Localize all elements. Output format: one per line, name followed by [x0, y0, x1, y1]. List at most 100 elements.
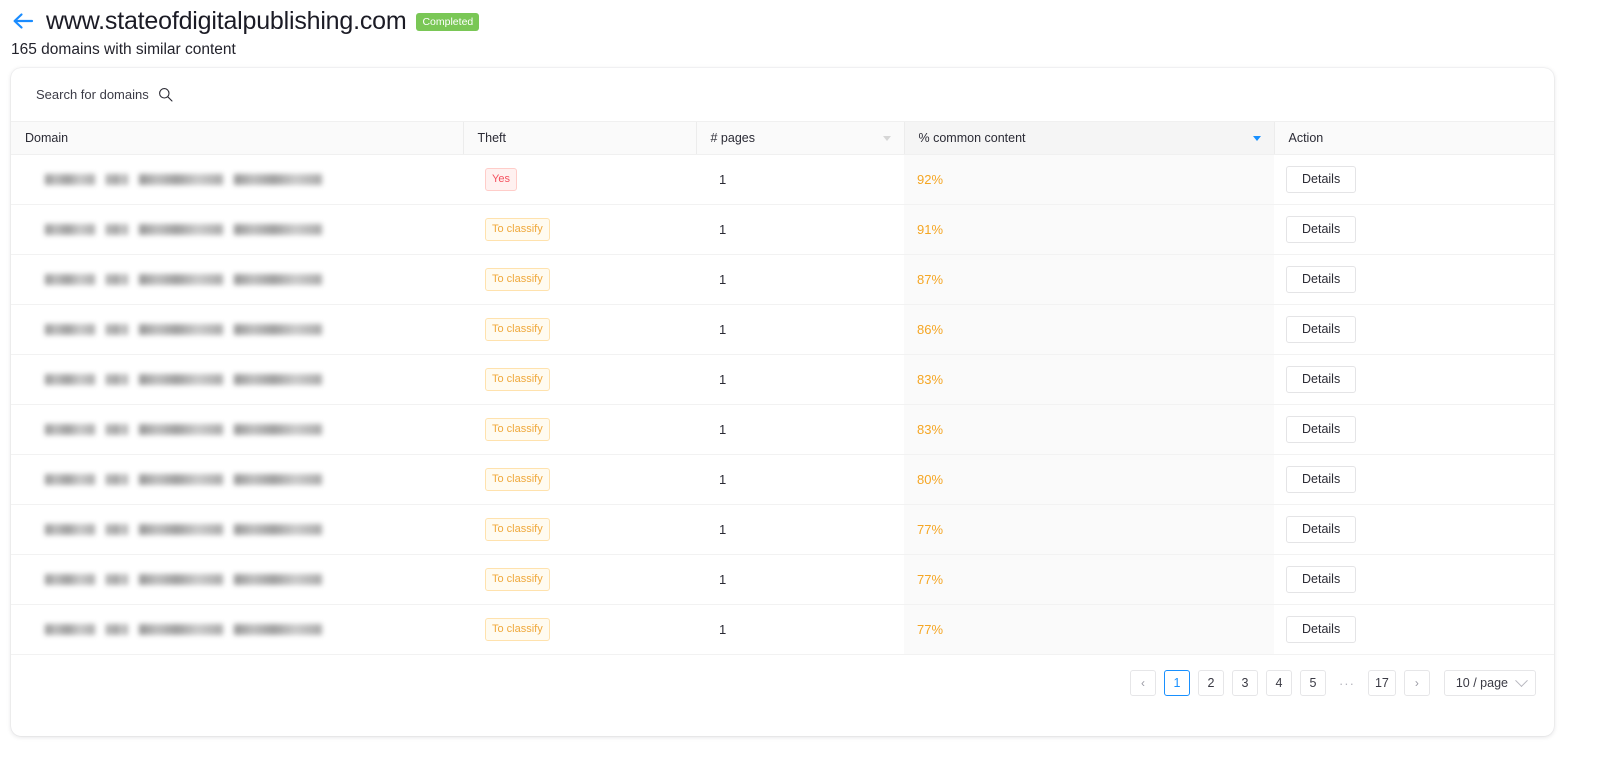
- table-row: To classify 1 77% Details: [11, 604, 1554, 655]
- details-button[interactable]: Details: [1286, 465, 1357, 494]
- details-button[interactable]: Details: [1286, 515, 1357, 544]
- cell-domain: [11, 354, 463, 405]
- pagination-page-5[interactable]: 5: [1299, 670, 1326, 696]
- page-header: www.stateofdigitalpublishing.com Complet…: [10, 6, 1010, 59]
- cell-domain: [11, 204, 463, 255]
- theft-badge: To classify: [485, 268, 550, 291]
- cell-pages: 1: [696, 554, 904, 605]
- table-row: To classify 1 91% Details: [11, 204, 1554, 255]
- common-content-value: 83%: [917, 422, 944, 437]
- cell-domain: [11, 604, 463, 655]
- cell-common-content: 87%: [904, 254, 1274, 305]
- common-content-value: 87%: [917, 272, 944, 287]
- theft-badge: Yes: [485, 168, 517, 191]
- column-header-common-content[interactable]: % common content: [903, 121, 1274, 155]
- details-button[interactable]: Details: [1286, 315, 1357, 344]
- cell-pages: 1: [696, 154, 904, 205]
- table-row: To classify 1 86% Details: [11, 304, 1554, 355]
- page-size-select[interactable]: 10 / page: [1443, 670, 1536, 696]
- cell-pages: 1: [696, 404, 904, 455]
- cell-common-content: 80%: [904, 454, 1274, 505]
- cell-domain: [11, 304, 463, 355]
- pagination-ellipsis: ···: [1338, 675, 1355, 691]
- cell-common-content: 83%: [904, 404, 1274, 455]
- cell-theft: To classify: [463, 304, 696, 355]
- cell-theft: To classify: [463, 204, 696, 255]
- common-content-value: 83%: [917, 372, 944, 387]
- table-row: To classify 1 83% Details: [11, 354, 1554, 405]
- common-content-value: 77%: [917, 572, 944, 587]
- common-content-value: 77%: [917, 522, 944, 537]
- cell-theft: To classify: [463, 554, 696, 605]
- cell-common-content: 86%: [904, 304, 1274, 355]
- details-button[interactable]: Details: [1286, 215, 1357, 244]
- details-button[interactable]: Details: [1286, 415, 1357, 444]
- cell-action: Details: [1274, 204, 1554, 255]
- cell-common-content: 77%: [904, 554, 1274, 605]
- theft-badge: To classify: [485, 618, 550, 641]
- title-row: www.stateofdigitalpublishing.com Complet…: [10, 6, 1010, 36]
- common-content-value: 92%: [917, 172, 944, 187]
- pagination-next[interactable]: ›: [1403, 670, 1430, 696]
- common-content-value: 86%: [917, 322, 944, 337]
- cell-common-content: 77%: [904, 504, 1274, 555]
- table-row: To classify 1 77% Details: [11, 554, 1554, 605]
- cell-action: Details: [1274, 254, 1554, 305]
- redacted-domain-text: [45, 322, 463, 337]
- pagination-page-3[interactable]: 3: [1231, 670, 1258, 696]
- arrow-left-icon[interactable]: [10, 8, 36, 34]
- cell-theft: To classify: [463, 254, 696, 305]
- details-button[interactable]: Details: [1286, 565, 1357, 594]
- pagination-page-1[interactable]: 1: [1163, 670, 1190, 696]
- theft-badge: To classify: [485, 468, 550, 491]
- cell-pages: 1: [696, 254, 904, 305]
- cell-pages: 1: [696, 604, 904, 655]
- search-input[interactable]: Search for domains: [36, 87, 173, 102]
- status-badge: Completed: [416, 12, 480, 32]
- pagination-page-2[interactable]: 2: [1197, 670, 1224, 696]
- column-label-theft: Theft: [477, 131, 507, 145]
- cell-action: Details: [1274, 354, 1554, 405]
- cell-action: Details: [1274, 454, 1554, 505]
- redacted-domain-text: [45, 272, 463, 287]
- theft-badge: To classify: [485, 318, 550, 341]
- details-button[interactable]: Details: [1286, 365, 1357, 394]
- pagination-page-last[interactable]: 17: [1367, 670, 1396, 696]
- sort-desc-caret-common-content[interactable]: [1252, 135, 1261, 141]
- details-button[interactable]: Details: [1286, 615, 1357, 644]
- details-button[interactable]: Details: [1286, 265, 1357, 294]
- column-label-pages: # pages: [710, 131, 755, 145]
- redacted-domain-text: [45, 622, 463, 637]
- cell-domain: [11, 454, 463, 505]
- theft-badge: To classify: [485, 568, 550, 591]
- cell-pages: 1: [696, 354, 904, 405]
- page-subtitle: 165 domains with similar content: [11, 41, 236, 58]
- table-row: To classify 1 87% Details: [11, 254, 1554, 305]
- table-row: To classify 1 77% Details: [11, 504, 1554, 555]
- cell-theft: To classify: [463, 604, 696, 655]
- redacted-domain-text: [45, 472, 463, 487]
- cell-domain: [11, 404, 463, 455]
- sort-desc-caret-pages[interactable]: [882, 135, 891, 141]
- pagination: ‹ 1 2 3 4 5 ··· 17 › 10 / page: [1129, 670, 1536, 696]
- column-header-action: Action: [1273, 121, 1554, 155]
- table-head: Domain Theft # pages % common content Ac…: [11, 121, 1554, 155]
- table-header-row: Domain Theft # pages % common content Ac…: [11, 121, 1554, 155]
- pagination-page-4[interactable]: 4: [1265, 670, 1292, 696]
- column-header-pages[interactable]: # pages: [695, 121, 904, 155]
- cell-action: Details: [1274, 404, 1554, 455]
- redacted-domain-text: [45, 572, 463, 587]
- cell-domain: [11, 254, 463, 305]
- search-icon[interactable]: [158, 87, 173, 102]
- details-button[interactable]: Details: [1286, 165, 1357, 194]
- common-content-value: 77%: [917, 622, 944, 637]
- table-body: Yes 1 92% Details To classify 1 91% Details To c…: [11, 154, 1554, 655]
- search-placeholder: Search for domains: [36, 87, 149, 102]
- cell-pages: 1: [696, 304, 904, 355]
- page-size-label: 10 / page: [1455, 676, 1508, 690]
- redacted-domain-text: [45, 222, 463, 237]
- cell-pages: 1: [696, 504, 904, 555]
- pagination-prev[interactable]: ‹: [1129, 670, 1156, 696]
- chevron-down-icon: [1515, 673, 1528, 687]
- cell-theft: To classify: [463, 454, 696, 505]
